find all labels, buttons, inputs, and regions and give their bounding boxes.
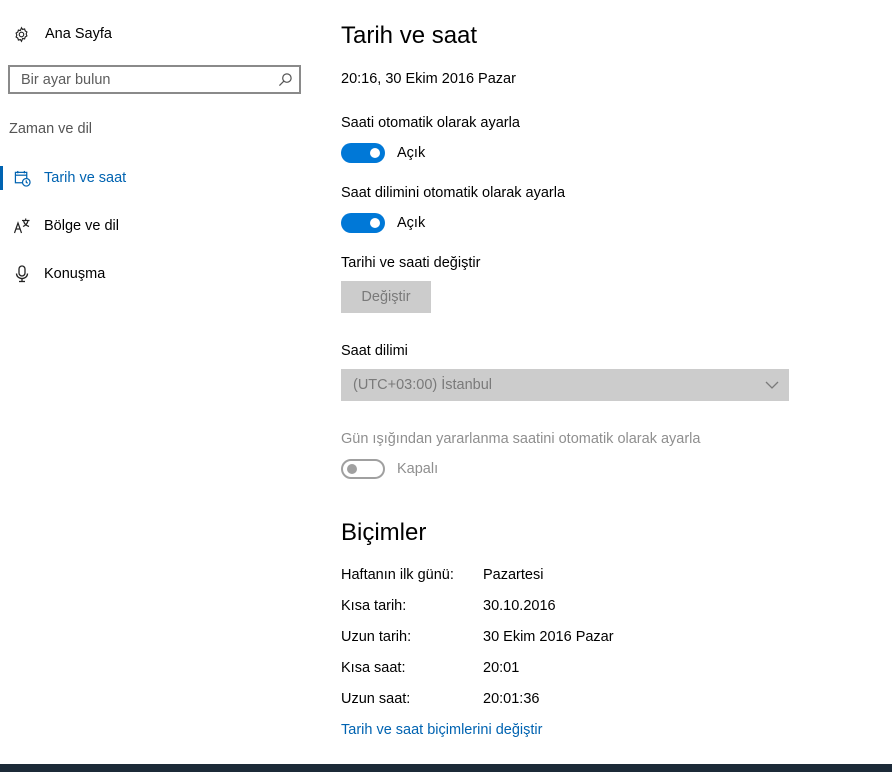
auto-timezone-state: Açık (397, 215, 426, 231)
change-datetime-label: Tarihi ve saati değiştir (341, 255, 481, 271)
format-label: Kısa saat: (341, 660, 406, 676)
format-label: Uzun tarih: (341, 629, 412, 645)
change-datetime-button[interactable]: Değiştir (341, 281, 431, 313)
format-value: 30.10.2016 (483, 598, 556, 614)
sidebar-item-label: Tarih ve saat (44, 170, 127, 186)
auto-time-state: Açık (397, 145, 426, 161)
format-value: 30 Ekim 2016 Pazar (483, 629, 614, 645)
auto-timezone-toggle[interactable] (341, 213, 385, 233)
auto-time-label: Saati otomatik olarak ayarla (341, 115, 520, 131)
home-link[interactable]: Ana Sayfa (12, 22, 112, 46)
search-input[interactable] (10, 67, 277, 92)
format-label: Haftanın ilk günü: (341, 567, 454, 583)
sidebar-item-speech[interactable]: Konuşma (0, 254, 300, 294)
current-datetime: 20:16, 30 Ekim 2016 Pazar (341, 71, 516, 87)
toggle-knob (347, 464, 357, 474)
sidebar-item-label: Konuşma (44, 266, 106, 282)
taskbar (0, 764, 892, 772)
sidebar-item-date-time[interactable]: Tarih ve saat (0, 158, 300, 198)
calendar-clock-icon (13, 169, 31, 187)
chevron-down-icon (765, 376, 779, 394)
microphone-icon (13, 265, 31, 283)
format-label: Kısa tarih: (341, 598, 407, 614)
format-value: Pazartesi (483, 567, 544, 583)
search-icon[interactable] (277, 72, 293, 88)
sidebar-item-region-language[interactable]: Bölge ve dil (0, 206, 300, 246)
format-label: Uzun saat: (341, 691, 411, 707)
page-title: Tarih ve saat (341, 22, 478, 49)
auto-time-toggle[interactable] (341, 143, 385, 163)
toggle-knob (370, 148, 380, 158)
dst-label: Gün ışığından yararlanma saatini otomati… (341, 431, 701, 447)
dst-state: Kapalı (397, 461, 439, 477)
format-value: 20:01:36 (483, 691, 540, 707)
home-label: Ana Sayfa (45, 26, 112, 42)
active-indicator (0, 166, 3, 190)
search-box[interactable] (8, 65, 301, 94)
auto-timezone-label: Saat dilimini otomatik olarak ayarla (341, 185, 566, 201)
timezone-label: Saat dilimi (341, 343, 408, 359)
change-formats-link[interactable]: Tarih ve saat biçimlerini değiştir (341, 722, 542, 738)
formats-heading: Biçimler (341, 519, 427, 546)
sidebar-item-label: Bölge ve dil (44, 218, 119, 234)
section-label: Zaman ve dil (9, 121, 93, 137)
timezone-value: (UTC+03:00) İstanbul (353, 377, 493, 393)
language-icon (13, 217, 31, 235)
toggle-knob (370, 218, 380, 228)
timezone-select[interactable]: (UTC+03:00) İstanbul (341, 369, 789, 401)
dst-toggle[interactable] (341, 459, 385, 479)
format-value: 20:01 (483, 660, 520, 676)
gear-icon (12, 25, 30, 43)
